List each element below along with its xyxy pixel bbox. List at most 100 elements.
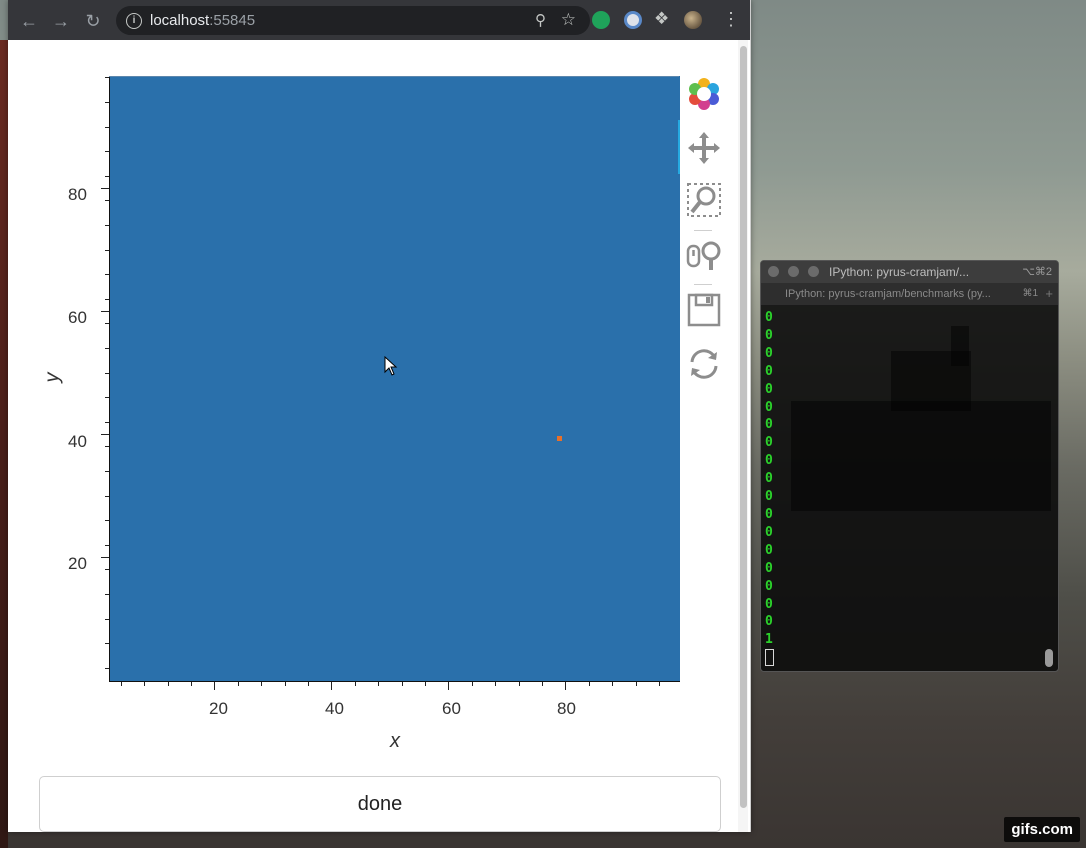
box-zoom-icon[interactable] [686,182,722,218]
maximize-icon[interactable] [808,266,819,277]
url-host: localhost [150,12,210,29]
terminal-line: 0 [765,435,773,451]
y-minor-tick [105,619,109,620]
x-minor-tick [402,682,403,686]
terminal-line: 1 [765,632,773,648]
y-minor-tick [105,127,109,128]
y-minor-tick [105,348,109,349]
page-viewport: 80 60 40 20 20 40 60 80 x y done [8,40,750,832]
terminal-scrollbar[interactable] [1045,649,1053,667]
toolbar-divider [694,284,712,285]
x-minor-tick [378,682,379,686]
y-minor-tick [105,471,109,472]
x-minor-tick [519,682,520,686]
x-minor-tick [425,682,426,686]
x-minor-tick [636,682,637,686]
y-minor-tick [105,446,109,447]
zoom-icon[interactable]: ⚲ [535,11,546,29]
y-minor-tick [105,569,109,570]
y-minor-tick [105,668,109,669]
scrollbar-thumb[interactable] [740,46,747,808]
back-arrow-icon[interactable]: ← [18,10,40,32]
active-tool-indicator [678,120,680,174]
y-minor-tick [105,274,109,275]
x-minor-tick [589,682,590,686]
minimize-icon[interactable] [788,266,799,277]
terminal-line: 0 [765,524,773,540]
forward-arrow-icon[interactable]: → [50,10,72,32]
y-minor-tick [105,176,109,177]
y-minor-tick [105,373,109,374]
terminal-line: 0 [765,417,773,433]
done-button[interactable]: done [39,776,721,832]
x-major-tick [565,682,566,690]
terminal-tab-shortcut: ⌘1 [1022,288,1038,299]
puzzle-icon[interactable]: ❖ [654,9,669,29]
plot-canvas[interactable] [109,76,680,682]
terminal-line: 0 [765,453,773,469]
terminal-output[interactable]: 0000000000000000001 [765,309,1035,667]
browser-toolbar: ← → ↻ i localhost:55845 ⚲ ☆ ❖ ⋮ [8,0,750,40]
y-minor-tick [105,422,109,423]
menu-icon[interactable]: ⋮ [722,9,740,30]
y-minor-tick [105,77,109,78]
terminal-line: 0 [765,471,773,487]
x-minor-tick [285,682,286,686]
y-axis-label: y [41,372,64,383]
y-minor-tick [105,323,109,324]
wheel-zoom-icon[interactable] [686,238,722,274]
y-minor-tick [105,200,109,201]
y-tick-label: 60 [68,308,87,327]
y-minor-tick [105,299,109,300]
save-icon[interactable] [686,292,722,328]
terminal-line: 0 [765,489,773,505]
terminal-line: 0 [765,578,773,594]
close-icon[interactable] [768,266,779,277]
address-bar[interactable]: i localhost:55845 ⚲ ☆ [116,6,590,35]
pan-icon[interactable] [686,130,722,166]
x-minor-tick [542,682,543,686]
terminal-line: 0 [765,560,773,576]
terminal-line: 0 [765,345,773,361]
desktop-edge [0,40,8,848]
bookmark-star-icon[interactable]: ☆ [561,10,576,30]
terminal-line: 0 [765,542,773,558]
extension-icon[interactable] [592,11,610,29]
browser-window: ← → ↻ i localhost:55845 ⚲ ☆ ❖ ⋮ 80 60 40… [8,0,751,832]
new-tab-icon[interactable]: + [1045,286,1053,301]
y-minor-tick [105,151,109,152]
x-tick-label: 20 [209,699,228,718]
profile-avatar[interactable] [684,11,702,29]
x-minor-tick [495,682,496,686]
x-minor-tick [355,682,356,686]
y-minor-tick [105,594,109,595]
terminal-line: 0 [765,381,773,397]
y-minor-tick [105,250,109,251]
bokeh-logo-icon[interactable] [686,76,722,112]
x-minor-tick [144,682,145,686]
terminal-line: 0 [765,327,773,343]
y-tick-label: 20 [68,554,87,573]
url-text[interactable]: localhost:55845 [150,12,255,29]
x-major-tick [214,682,215,690]
terminal-titlebar[interactable]: IPython: pyrus-cramjam/... ⌥⌘2 [761,261,1058,283]
reload-icon[interactable]: ↻ [82,10,104,32]
terminal-tab-label: IPython: pyrus-cramjam/benchmarks (py... [785,288,991,300]
terminal-line: 0 [765,363,773,379]
terminal-window: IPython: pyrus-cramjam/... ⌥⌘2 IPython: … [760,260,1059,672]
y-minor-tick [105,102,109,103]
x-tick-label: 80 [557,699,576,718]
watermark: gifs.com [1004,817,1080,842]
terminal-tab[interactable]: IPython: pyrus-cramjam/benchmarks (py...… [761,283,1058,306]
x-minor-tick [308,682,309,686]
y-major-tick [101,311,109,312]
x-minor-tick [472,682,473,686]
terminal-title: IPython: pyrus-cramjam/... [829,265,970,279]
reset-icon[interactable] [686,346,722,382]
x-axis-label: x [390,730,400,752]
data-point [557,436,562,441]
info-icon[interactable]: i [126,13,142,29]
x-minor-tick [168,682,169,686]
terminal-line: 0 [765,399,773,415]
extension-icon[interactable] [624,11,642,29]
